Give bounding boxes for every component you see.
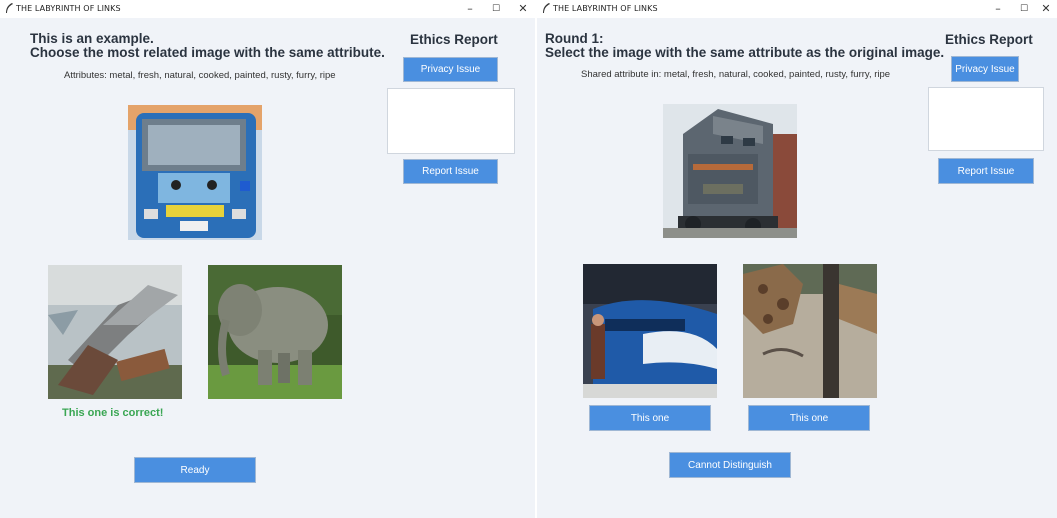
bullet-train-photo (583, 264, 717, 398)
option-image-1 (583, 264, 717, 398)
maximize-icon[interactable]: ☐ (481, 1, 511, 17)
ethics-report-textbox[interactable] (928, 87, 1044, 151)
elephant-photo (208, 265, 342, 399)
locomotive-photo (663, 104, 797, 238)
ready-button[interactable]: Ready (134, 457, 256, 483)
left-titlebar: THE LABYRINTH OF LINKS – ☐ ✕ (0, 0, 535, 18)
close-icon[interactable]: ✕ (508, 1, 538, 17)
ethics-report-title: Ethics Report (410, 32, 498, 47)
option-image-2 (208, 265, 342, 399)
ethics-report-textbox[interactable] (387, 88, 515, 154)
feather-icon (6, 3, 13, 13)
bus-photo (128, 105, 262, 240)
right-window: THE LABYRINTH OF LINKS – ☐ ✕ Round 1: Se… (537, 0, 1057, 518)
attributes-text: Shared attribute in: metal, fresh, natur… (581, 69, 891, 80)
page-heading-line1: This is an example. (30, 31, 154, 46)
wrecked-train-photo (48, 265, 182, 399)
feather-icon (543, 3, 550, 13)
window-title: THE LABYRINTH OF LINKS (553, 4, 658, 13)
correct-feedback-text: This one is correct! (62, 407, 164, 419)
window-title: THE LABYRINTH OF LINKS (16, 4, 121, 13)
report-issue-button[interactable]: Report Issue (403, 159, 498, 184)
choice-button-2[interactable]: This one (748, 405, 870, 431)
page-heading-line2: Select the image with the same attribute… (545, 45, 945, 60)
cannot-distinguish-button[interactable]: Cannot Distinguish (669, 452, 791, 478)
report-issue-button[interactable]: Report Issue (938, 158, 1034, 184)
choice-button-1[interactable]: This one (589, 405, 711, 431)
giraffe-photo (743, 264, 877, 398)
original-image (663, 104, 797, 238)
option-image-2 (743, 264, 877, 398)
attributes-text: Attributes: metal, fresh, natural, cooke… (64, 70, 336, 81)
close-icon[interactable]: ✕ (1031, 1, 1057, 17)
ethics-report-title: Ethics Report (945, 32, 1033, 47)
option-image-1 (48, 265, 182, 399)
privacy-issue-button[interactable]: Privacy Issue (951, 56, 1019, 82)
page-heading-line2: Choose the most related image with the s… (30, 45, 385, 60)
right-titlebar: THE LABYRINTH OF LINKS – ☐ ✕ (537, 0, 1057, 18)
original-image (128, 105, 262, 240)
privacy-issue-button[interactable]: Privacy Issue (403, 57, 498, 82)
page-heading-line1: Round 1: (545, 31, 604, 46)
left-window: THE LABYRINTH OF LINKS – ☐ ✕ This is an … (0, 0, 535, 518)
